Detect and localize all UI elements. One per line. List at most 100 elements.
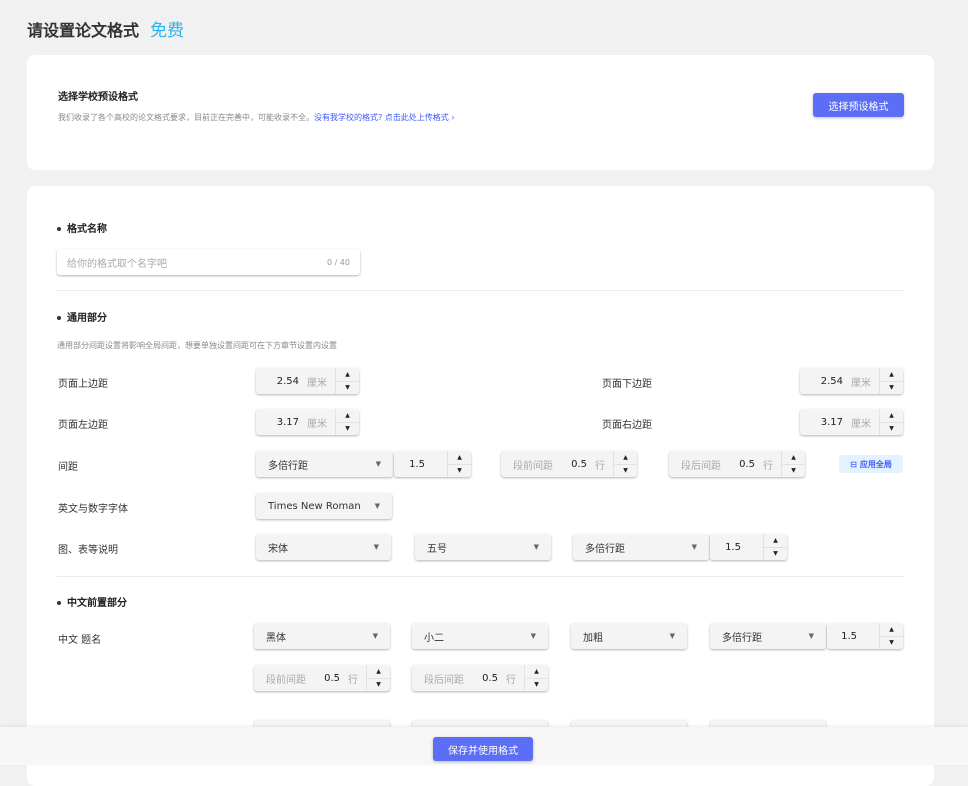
caption-value-stepper[interactable]: 1.5 ▲ ▼ xyxy=(710,534,787,560)
increment-icon[interactable]: ▲ xyxy=(336,368,359,381)
label: 段前间距 xyxy=(266,674,306,686)
general-note: 通用部分间距设置将影响全局间距，想要单独设置间距可在下方章节设置内设置 xyxy=(57,341,337,350)
value: 0.5 xyxy=(739,458,755,470)
increment-icon[interactable]: ▲ xyxy=(614,451,637,464)
divider xyxy=(57,576,904,577)
title-before-stepper[interactable]: 段前间距 0.5 行 ▲ ▼ xyxy=(254,665,390,691)
name-counter: 0 / 40 xyxy=(326,257,350,267)
left-margin-stepper[interactable]: 3.17 厘米 ▲ ▼ xyxy=(256,409,359,435)
title-mode-select[interactable]: 多倍行距 ▼ xyxy=(710,623,826,649)
decrement-icon[interactable]: ▼ xyxy=(880,421,903,436)
spacing-label: 间距 xyxy=(58,462,78,473)
decrement-icon[interactable]: ▼ xyxy=(764,546,787,561)
decrement-icon[interactable]: ▼ xyxy=(782,463,805,478)
unit: 行 xyxy=(348,674,358,686)
selected-value: 多倍行距 xyxy=(268,460,308,472)
decrement-icon[interactable]: ▼ xyxy=(880,635,903,650)
selected-value: 宋体 xyxy=(268,543,288,555)
choose-preset-button[interactable]: 选择预设格式 xyxy=(813,93,904,117)
apply-all-button[interactable]: ⊟ 应用全局 xyxy=(839,455,903,473)
selected-value: 小二 xyxy=(424,632,444,644)
increment-icon[interactable]: ▲ xyxy=(880,623,903,636)
unit: 行 xyxy=(763,460,773,472)
top-margin-stepper[interactable]: 2.54 厘米 ▲ ▼ xyxy=(256,368,359,394)
caret-down-icon: ▼ xyxy=(373,543,379,551)
caption-label: 图、表等说明 xyxy=(58,545,118,556)
bottom-margin-stepper[interactable]: 2.54 厘米 ▲ ▼ xyxy=(800,368,903,394)
unit: 行 xyxy=(595,460,605,472)
caret-down-icon: ▼ xyxy=(691,543,697,551)
decrement-icon[interactable]: ▼ xyxy=(880,380,903,395)
unit: 厘米 xyxy=(307,377,327,389)
title-size-select[interactable]: 小二 ▼ xyxy=(412,623,548,649)
increment-icon[interactable]: ▲ xyxy=(880,409,903,422)
right-margin-stepper[interactable]: 3.17 厘米 ▲ ▼ xyxy=(800,409,903,435)
selected-value: 多倍行距 xyxy=(585,543,625,555)
unit: 厘米 xyxy=(851,377,871,389)
upload-format-link[interactable]: 没有我学校的格式? 点击此处上传格式 › xyxy=(314,113,455,122)
selected-value: Times New Roman xyxy=(268,500,361,512)
value: 3.17 xyxy=(276,416,299,428)
selected-value: 多倍行距 xyxy=(722,632,762,644)
unit: 厘米 xyxy=(307,418,327,430)
decrement-icon[interactable]: ▼ xyxy=(525,677,548,692)
font-label: 英文与数字字体 xyxy=(58,504,128,515)
selected-value: 黑体 xyxy=(266,632,286,644)
preset-desc: 我们收录了各个高校的论文格式要求，目前正在完善中，可能收录不全。没有我学校的格式… xyxy=(58,112,455,123)
value: 3.17 xyxy=(820,416,843,428)
caret-down-icon: ▼ xyxy=(372,632,378,640)
front-heading: 中文前置部分 xyxy=(57,594,127,609)
preset-desc-text: 我们收录了各个高校的论文格式要求，目前正在完善中，可能收录不全。 xyxy=(58,113,314,122)
footer-bar: 保存并使用格式 xyxy=(0,727,968,765)
right-margin-label: 页面右边距 xyxy=(602,420,652,431)
value: 0.5 xyxy=(482,672,498,684)
caption-size-select[interactable]: 五号 ▼ xyxy=(415,534,551,560)
increment-icon[interactable]: ▲ xyxy=(525,665,548,678)
increment-icon[interactable]: ▲ xyxy=(336,409,359,422)
left-margin-label: 页面左边距 xyxy=(58,420,108,431)
selected-value: 加粗 xyxy=(583,632,603,644)
increment-icon[interactable]: ▲ xyxy=(367,665,390,678)
caret-down-icon: ▼ xyxy=(375,460,381,468)
unit: 行 xyxy=(506,674,516,686)
spacing-value-stepper[interactable]: 1.5 ▲ ▼ xyxy=(394,451,471,477)
selected-value: 五号 xyxy=(427,543,447,555)
title-after-stepper[interactable]: 段后间距 0.5 行 ▲ ▼ xyxy=(412,665,548,691)
label: 段后间距 xyxy=(424,674,464,686)
space-before-stepper[interactable]: 段前间距 0.5 行 ▲ ▼ xyxy=(501,451,637,477)
preset-card: 选择学校预设格式 我们收录了各个高校的论文格式要求，目前正在完善中，可能收录不全… xyxy=(27,55,934,170)
title-value-stepper[interactable]: 1.5 ▲ ▼ xyxy=(827,623,903,649)
caret-down-icon: ▼ xyxy=(530,632,536,640)
value: 1.5 xyxy=(841,630,857,642)
free-badge: 免费 xyxy=(150,21,184,41)
caption-mode-select[interactable]: 多倍行距 ▼ xyxy=(573,534,709,560)
decrement-icon[interactable]: ▼ xyxy=(614,463,637,478)
format-card: 格式名称 给你的格式取个名字吧 0 / 40 通用部分 通用部分间距设置将影响全… xyxy=(27,186,934,786)
bottom-margin-label: 页面下边距 xyxy=(602,379,652,390)
title-weight-select[interactable]: 加粗 ▼ xyxy=(571,623,687,649)
title-font-select[interactable]: 黑体 ▼ xyxy=(254,623,390,649)
caption-font-select[interactable]: 宋体 ▼ xyxy=(256,534,391,560)
decrement-icon[interactable]: ▼ xyxy=(448,463,471,478)
decrement-icon[interactable]: ▼ xyxy=(367,677,390,692)
save-and-use-button[interactable]: 保存并使用格式 xyxy=(433,737,533,761)
space-after-stepper[interactable]: 段后间距 0.5 行 ▲ ▼ xyxy=(669,451,805,477)
value: 1.5 xyxy=(409,458,425,470)
spacing-mode-select[interactable]: 多倍行距 ▼ xyxy=(256,451,393,477)
increment-icon[interactable]: ▲ xyxy=(448,451,471,464)
top-margin-label: 页面上边距 xyxy=(58,379,108,390)
english-font-select[interactable]: Times New Roman ▼ xyxy=(256,493,392,519)
page-title: 请设置论文格式 xyxy=(27,21,140,40)
value: 0.5 xyxy=(324,672,340,684)
decrement-icon[interactable]: ▼ xyxy=(336,421,359,436)
format-name-input[interactable]: 给你的格式取个名字吧 0 / 40 xyxy=(57,249,360,275)
increment-icon[interactable]: ▲ xyxy=(880,368,903,381)
value: 1.5 xyxy=(725,541,741,553)
apply-icon: ⊟ xyxy=(850,459,857,469)
decrement-icon[interactable]: ▼ xyxy=(336,380,359,395)
caret-down-icon: ▼ xyxy=(374,502,380,510)
value: 0.5 xyxy=(571,458,587,470)
label: 段前间距 xyxy=(513,460,553,472)
increment-icon[interactable]: ▲ xyxy=(764,534,787,547)
increment-icon[interactable]: ▲ xyxy=(782,451,805,464)
